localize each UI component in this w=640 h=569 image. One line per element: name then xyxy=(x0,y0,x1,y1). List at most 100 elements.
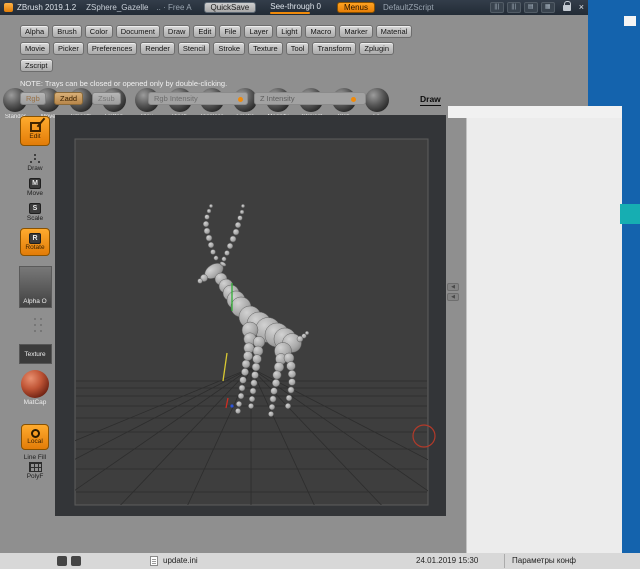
rotate-icon: R xyxy=(29,233,41,244)
menu-button[interactable]: Color xyxy=(84,25,113,38)
draw-mode-indicator[interactable]: Draw xyxy=(420,94,441,106)
alpha-label: Alpha O xyxy=(23,298,47,305)
column-divider xyxy=(504,554,505,568)
bars-icon[interactable]: ||| xyxy=(506,2,521,13)
tray-toggle-icon[interactable]: ◀ xyxy=(447,293,459,301)
left-tool-shelf: Edit Draw M Move S Scale R Rotate Alpha … xyxy=(16,112,54,516)
menu-button[interactable]: Layer xyxy=(244,25,274,38)
rgb-toggle[interactable]: Rgb xyxy=(20,92,46,105)
menu-button[interactable]: Zplugin xyxy=(359,42,394,55)
bars-icon[interactable]: ||| xyxy=(489,2,504,13)
draw-tool-button[interactable]: Draw xyxy=(27,154,43,172)
menu-button[interactable]: Alpha xyxy=(20,25,50,38)
menu-button[interactable]: Brush xyxy=(52,25,82,38)
menu-button[interactable]: Zscript xyxy=(20,59,53,72)
matcap-sphere-icon xyxy=(21,370,49,398)
rgb-intensity-slider[interactable]: Rgb Intensity xyxy=(148,92,248,105)
see-through-label: See-through 0 xyxy=(270,1,321,11)
menu-button[interactable]: Picker xyxy=(53,42,84,55)
lock-icon[interactable] xyxy=(562,0,571,11)
viewport-svg xyxy=(74,138,436,506)
zadd-toggle[interactable]: Zadd xyxy=(54,92,84,105)
move-tool-button[interactable]: M Move xyxy=(27,178,43,197)
menu-row-1: Alpha Brush Color Document Draw Edit Fil… xyxy=(20,25,588,38)
menu-button[interactable]: Render xyxy=(140,42,175,55)
file-type: Параметры конф xyxy=(512,556,576,565)
edit-tool-button[interactable]: Edit xyxy=(20,116,50,146)
draw-label: Draw xyxy=(27,165,43,172)
polyf-label: PolyF xyxy=(26,473,44,480)
background-teal-window xyxy=(620,204,640,224)
zsub-toggle[interactable]: Zsub xyxy=(92,92,121,105)
local-ring-icon xyxy=(30,429,40,438)
layout-grid-icon[interactable]: ▤ xyxy=(523,2,538,13)
default-zscript-button[interactable]: DefaultZScript xyxy=(383,3,434,12)
desktop-icon xyxy=(624,16,636,26)
menu-button[interactable]: Transform xyxy=(312,42,357,55)
slider-handle[interactable] xyxy=(351,97,356,102)
menu-button[interactable]: Texture xyxy=(248,42,283,55)
tray-note: NOTE: Trays can be closed or opened only… xyxy=(20,79,228,88)
menu-button[interactable]: Stencil xyxy=(177,42,211,55)
rotate-label: Rotate xyxy=(25,244,45,251)
matcap-label: MatCap xyxy=(23,399,47,406)
background-window-strip xyxy=(448,106,622,118)
texture-selector[interactable]: Texture xyxy=(18,344,52,364)
quicksave-button[interactable]: QuickSave xyxy=(203,2,257,13)
menu-button[interactable]: Preferences xyxy=(86,42,138,55)
z-intensity-label: Z Intensity xyxy=(260,94,295,103)
slider-handle[interactable] xyxy=(238,97,243,102)
material-selector[interactable]: MatCap xyxy=(21,370,49,406)
viewport-canvas[interactable] xyxy=(55,115,446,516)
menu-row-3: Zscript xyxy=(20,59,588,72)
scale-icon: S xyxy=(28,203,41,214)
menu-button[interactable]: Marker xyxy=(339,25,373,38)
document-tab[interactable]: ZSphere_Gazelle xyxy=(86,3,148,12)
alpha-selector[interactable]: Alpha O xyxy=(18,266,52,308)
polyframe-button[interactable]: Line Fill PolyF xyxy=(24,453,46,480)
draw-icon xyxy=(29,154,40,164)
file-date: 24.01.2019 15:30 xyxy=(416,556,479,565)
menu-button[interactable]: Edit xyxy=(193,25,217,38)
titlebar: ZBrush 2019.1.2 ZSphere_Gazelle .. · Fre… xyxy=(0,0,588,15)
menus-button[interactable]: Menus xyxy=(336,2,375,13)
menu-button[interactable]: Light xyxy=(276,25,303,38)
edit-label: Edit xyxy=(29,133,41,140)
texture-label: Texture xyxy=(24,350,46,358)
scale-tool-button[interactable]: S Scale xyxy=(27,203,43,222)
stroke-selector[interactable] xyxy=(34,318,36,334)
titlebar-icon-cluster: ||| ||| ▤ ▦ xyxy=(487,2,555,13)
move-icon: M xyxy=(29,178,41,189)
app-title: ZBrush 2019.1.2 xyxy=(17,3,77,12)
layout-grid-icon[interactable]: ▦ xyxy=(540,2,555,13)
menu-button[interactable]: File xyxy=(219,25,242,38)
tray-toggle-strip: ◀ ◀ xyxy=(447,283,459,301)
menu-button[interactable]: Tool xyxy=(285,42,310,55)
menu-button[interactable]: Draw xyxy=(162,25,191,38)
edit-icon xyxy=(29,122,41,132)
background-explorer-bar: update.ini 24.01.2019 15:30 Параметры ко… xyxy=(0,553,640,569)
see-through-track[interactable] xyxy=(270,11,311,14)
menu-row-2: Movie Picker Preferences Render Stencil … xyxy=(20,42,588,55)
rotate-tool-button[interactable]: R Rotate xyxy=(20,228,50,256)
menu-button[interactable]: Movie xyxy=(20,42,51,55)
line-fill-label: Line Fill xyxy=(23,454,47,461)
tray-toggle-icon[interactable]: ◀ xyxy=(447,283,459,291)
menu-button[interactable]: Document xyxy=(115,25,160,38)
local-symmetry-button[interactable]: Local xyxy=(21,424,49,450)
menu-button[interactable]: Material xyxy=(375,25,413,38)
window-control-icon[interactable] xyxy=(71,556,81,566)
move-label: Move xyxy=(27,190,43,197)
stroke-dots-icon xyxy=(34,318,36,320)
window-control-icon[interactable] xyxy=(57,556,67,566)
menu-button[interactable]: Macro xyxy=(305,25,337,38)
file-name[interactable]: update.ini xyxy=(163,556,198,565)
file-icon xyxy=(150,556,158,566)
see-through-slider[interactable]: See-through 0 xyxy=(270,2,321,14)
right-tray[interactable] xyxy=(466,118,622,553)
menu-button[interactable]: Stroke xyxy=(213,42,246,55)
rgb-intensity-label: Rgb Intensity xyxy=(154,94,198,103)
see-through-value: 0 xyxy=(316,1,321,11)
z-intensity-slider[interactable]: Z Intensity xyxy=(254,92,366,105)
close-icon[interactable]: × xyxy=(579,3,584,12)
